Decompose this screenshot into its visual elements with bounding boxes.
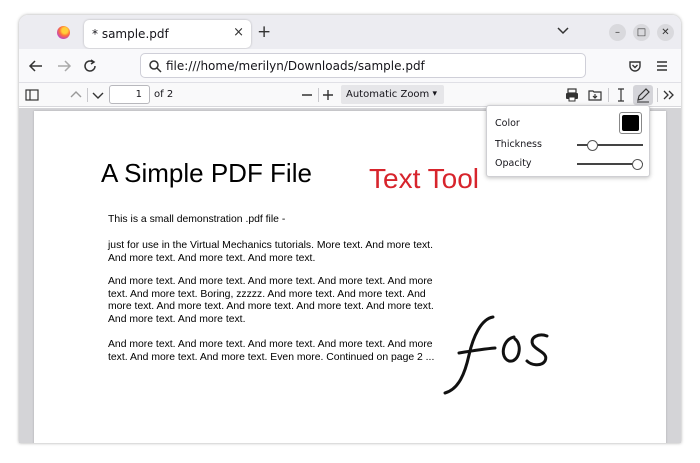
new-tab-icon[interactable]: + <box>257 22 271 42</box>
document-title: A Simple PDF File <box>101 158 312 188</box>
ink-drawing[interactable] <box>419 307 559 407</box>
minimize-icon[interactable]: – <box>609 24 626 41</box>
url-bar[interactable]: file:///home/merilyn/Downloads/sample.pd… <box>140 53 586 78</box>
opacity-slider[interactable] <box>577 159 643 170</box>
thickness-slider-thumb[interactable] <box>586 140 598 151</box>
chevron-down-icon: ▾ <box>432 89 437 99</box>
opacity-slider-thumb[interactable] <box>632 159 643 170</box>
document-paragraph-4: And more text. And more text. And more t… <box>108 339 435 363</box>
page-count: of 2 <box>154 89 174 100</box>
print-icon[interactable] <box>563 86 581 104</box>
zoom-in-icon[interactable] <box>319 86 337 104</box>
zoom-select-value: Automatic Zoom <box>346 89 430 100</box>
forward-icon[interactable] <box>56 58 72 74</box>
ink-editor-icon <box>637 88 650 103</box>
navigation-bar: file:///home/merilyn/Downloads/sample.pd… <box>19 49 681 83</box>
next-page-icon[interactable] <box>89 86 107 104</box>
tab-close-icon[interactable]: × <box>233 25 244 40</box>
back-icon[interactable] <box>28 58 44 74</box>
reload-icon[interactable] <box>82 58 98 74</box>
menu-icon[interactable] <box>654 58 670 74</box>
thickness-label: Thickness <box>495 139 542 150</box>
more-tools-icon[interactable] <box>660 86 678 104</box>
sidebar-toggle-icon[interactable] <box>23 86 41 104</box>
pocket-icon[interactable] <box>627 58 643 74</box>
document-paragraph-1: This is a small demonstration .pdf file … <box>108 214 286 225</box>
previous-page-icon[interactable] <box>67 86 85 104</box>
text-editor-icon[interactable] <box>612 86 630 104</box>
zoom-select[interactable]: Automatic Zoom ▾ <box>341 85 444 104</box>
ink-editor-button[interactable] <box>633 85 653 105</box>
browser-window: * sample.pdf × + – □ ✕ file:///home/meri… <box>19 15 681 443</box>
pdf-toolbar: 1 of 2 Automatic Zoom ▾ <box>19 83 681 107</box>
opacity-label: Opacity <box>495 158 532 169</box>
firefox-logo-icon <box>57 26 70 39</box>
ink-editor-params-popup: Color Thickness Opacity <box>486 105 650 177</box>
close-window-icon[interactable]: ✕ <box>657 24 674 41</box>
document-paragraph-2: just for use in the Virtual Mechanics tu… <box>108 240 433 264</box>
tab-sample-pdf[interactable]: * sample.pdf × <box>84 20 251 48</box>
search-icon <box>149 60 162 73</box>
download-icon[interactable] <box>586 86 604 104</box>
text-annotation[interactable]: Text Tool <box>369 163 479 195</box>
list-all-tabs-icon[interactable] <box>556 23 570 37</box>
document-paragraph-3: And more text. And more text. And more t… <box>108 276 434 325</box>
zoom-out-icon[interactable] <box>298 86 316 104</box>
tab-title: * sample.pdf <box>92 27 169 41</box>
maximize-icon[interactable]: □ <box>633 24 650 41</box>
thickness-slider[interactable] <box>577 140 643 151</box>
url-text: file:///home/merilyn/Downloads/sample.pd… <box>166 59 425 73</box>
color-label: Color <box>495 118 520 129</box>
tab-bar: * sample.pdf × + – □ ✕ <box>19 15 681 49</box>
color-swatch <box>622 115 639 131</box>
page-number-input[interactable]: 1 <box>109 85 150 104</box>
color-picker[interactable] <box>619 112 642 134</box>
